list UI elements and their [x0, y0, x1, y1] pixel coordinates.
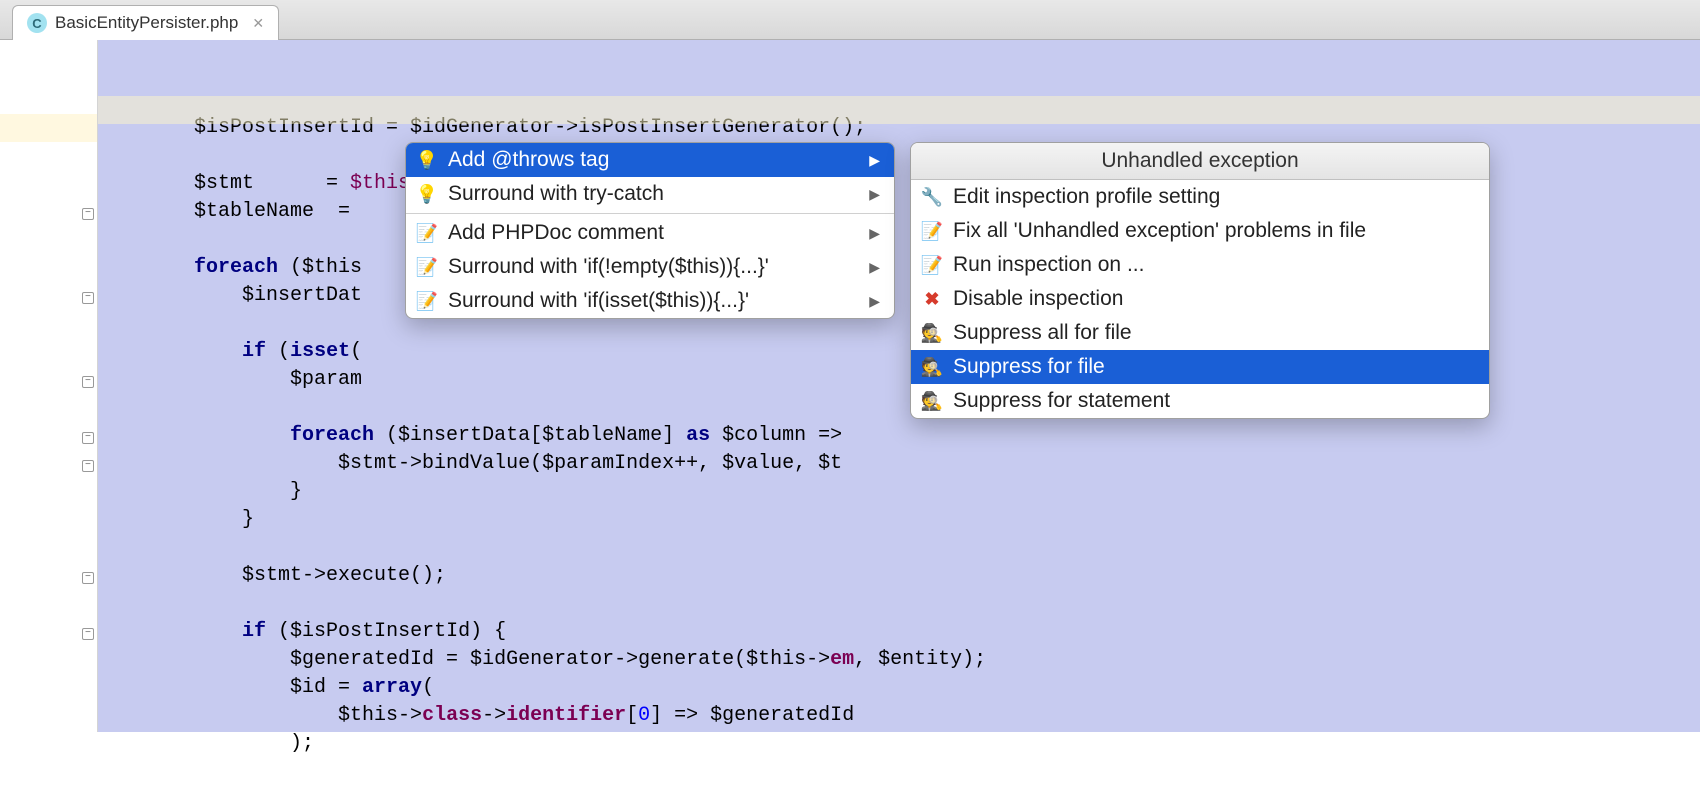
menu-item-label: Suppress all for file [953, 321, 1132, 345]
cross-icon: ✖ [921, 288, 943, 310]
menu-item-label: Edit inspection profile setting [953, 185, 1220, 209]
inspection-item[interactable]: 🔧 Edit inspection profile setting [911, 180, 1489, 214]
menu-item-label: Surround with 'if(isset($this)){...}' [448, 289, 749, 313]
gutter-highlight [0, 114, 97, 142]
inspection-item[interactable]: 📝 Fix all 'Unhandled exception' problems … [911, 214, 1489, 248]
file-type-icon: C [27, 13, 47, 33]
submenu-arrow-icon: ▶ [869, 152, 880, 169]
menu-item-label: Suppress for file [953, 355, 1105, 379]
intention-item[interactable]: 💡 Surround with try-catch ▶ [406, 177, 894, 211]
pencil-icon: 📝 [416, 256, 438, 278]
inspection-item[interactable]: ✖ Disable inspection [911, 282, 1489, 316]
menu-item-label: Add @throws tag [448, 148, 609, 172]
fold-icon[interactable]: − [82, 432, 94, 444]
agent-icon: 🕵️ [921, 322, 943, 344]
editor-tab[interactable]: C BasicEntityPersister.php ✕ [12, 5, 279, 40]
submenu-arrow-icon: ▶ [869, 293, 880, 310]
menu-item-label: Run inspection on ... [953, 253, 1144, 277]
intention-item[interactable]: 📝 Surround with 'if(isset($this)){...}' ▶ [406, 284, 894, 318]
fold-icon[interactable]: − [82, 208, 94, 220]
current-line-highlight [98, 96, 1700, 124]
tab-filename: BasicEntityPersister.php [55, 13, 238, 33]
pencil-icon: 📝 [416, 222, 438, 244]
inspection-item[interactable]: 🕵️ Suppress all for file [911, 316, 1489, 350]
submenu-arrow-icon: ▶ [869, 259, 880, 276]
menu-item-label: Suppress for statement [953, 389, 1170, 413]
intention-actions-popup: 💡 Add @throws tag ▶ 💡 Surround with try-catc… [405, 142, 895, 319]
menu-item-label: Surround with 'if(!empty($this)){...}' [448, 255, 769, 279]
inspection-options-popup: Unhandled exception 🔧 Edit inspection pro… [910, 142, 1490, 419]
pencil-icon: 📝 [921, 220, 943, 242]
bulb-orange-icon: 💡 [416, 183, 438, 205]
menu-item-label: Disable inspection [953, 287, 1123, 311]
pencil-icon: 📝 [416, 290, 438, 312]
intention-item[interactable]: 📝 Add PHPDoc comment ▶ [406, 216, 894, 250]
submenu-arrow-icon: ▶ [869, 225, 880, 242]
fold-icon[interactable]: − [82, 292, 94, 304]
fold-icon[interactable]: − [82, 460, 94, 472]
submenu-arrow-icon: ▶ [869, 186, 880, 203]
fold-icon[interactable]: − [82, 376, 94, 388]
wrench-icon: 🔧 [921, 186, 943, 208]
intention-item[interactable]: 📝 Surround with 'if(!empty($this)){...}' ▶ [406, 250, 894, 284]
menu-separator [406, 213, 894, 214]
fold-icon[interactable]: − [82, 572, 94, 584]
tab-bar: C BasicEntityPersister.php ✕ [0, 0, 1700, 40]
close-icon[interactable]: ✕ [252, 15, 264, 32]
intention-item[interactable]: 💡 Add @throws tag ▶ [406, 143, 894, 177]
agent-icon: 🕵️ [921, 356, 943, 378]
menu-item-label: Surround with try-catch [448, 182, 664, 206]
bulb-yellow-icon: 💡 [416, 149, 438, 171]
agent-icon: 🕵️ [921, 390, 943, 412]
pencil-icon: 📝 [921, 254, 943, 276]
inspection-item[interactable]: 📝 Run inspection on ... [911, 248, 1489, 282]
inspection-item[interactable]: 🕵️ Suppress for statement [911, 384, 1489, 418]
inspection-item[interactable]: 🕵️ Suppress for file [911, 350, 1489, 384]
menu-item-label: Fix all 'Unhandled exception' problems i… [953, 219, 1366, 243]
popup-header: Unhandled exception [911, 143, 1489, 180]
menu-item-label: Add PHPDoc comment [448, 221, 664, 245]
gutter: − − − − − − − [0, 40, 98, 732]
fold-icon[interactable]: − [82, 628, 94, 640]
